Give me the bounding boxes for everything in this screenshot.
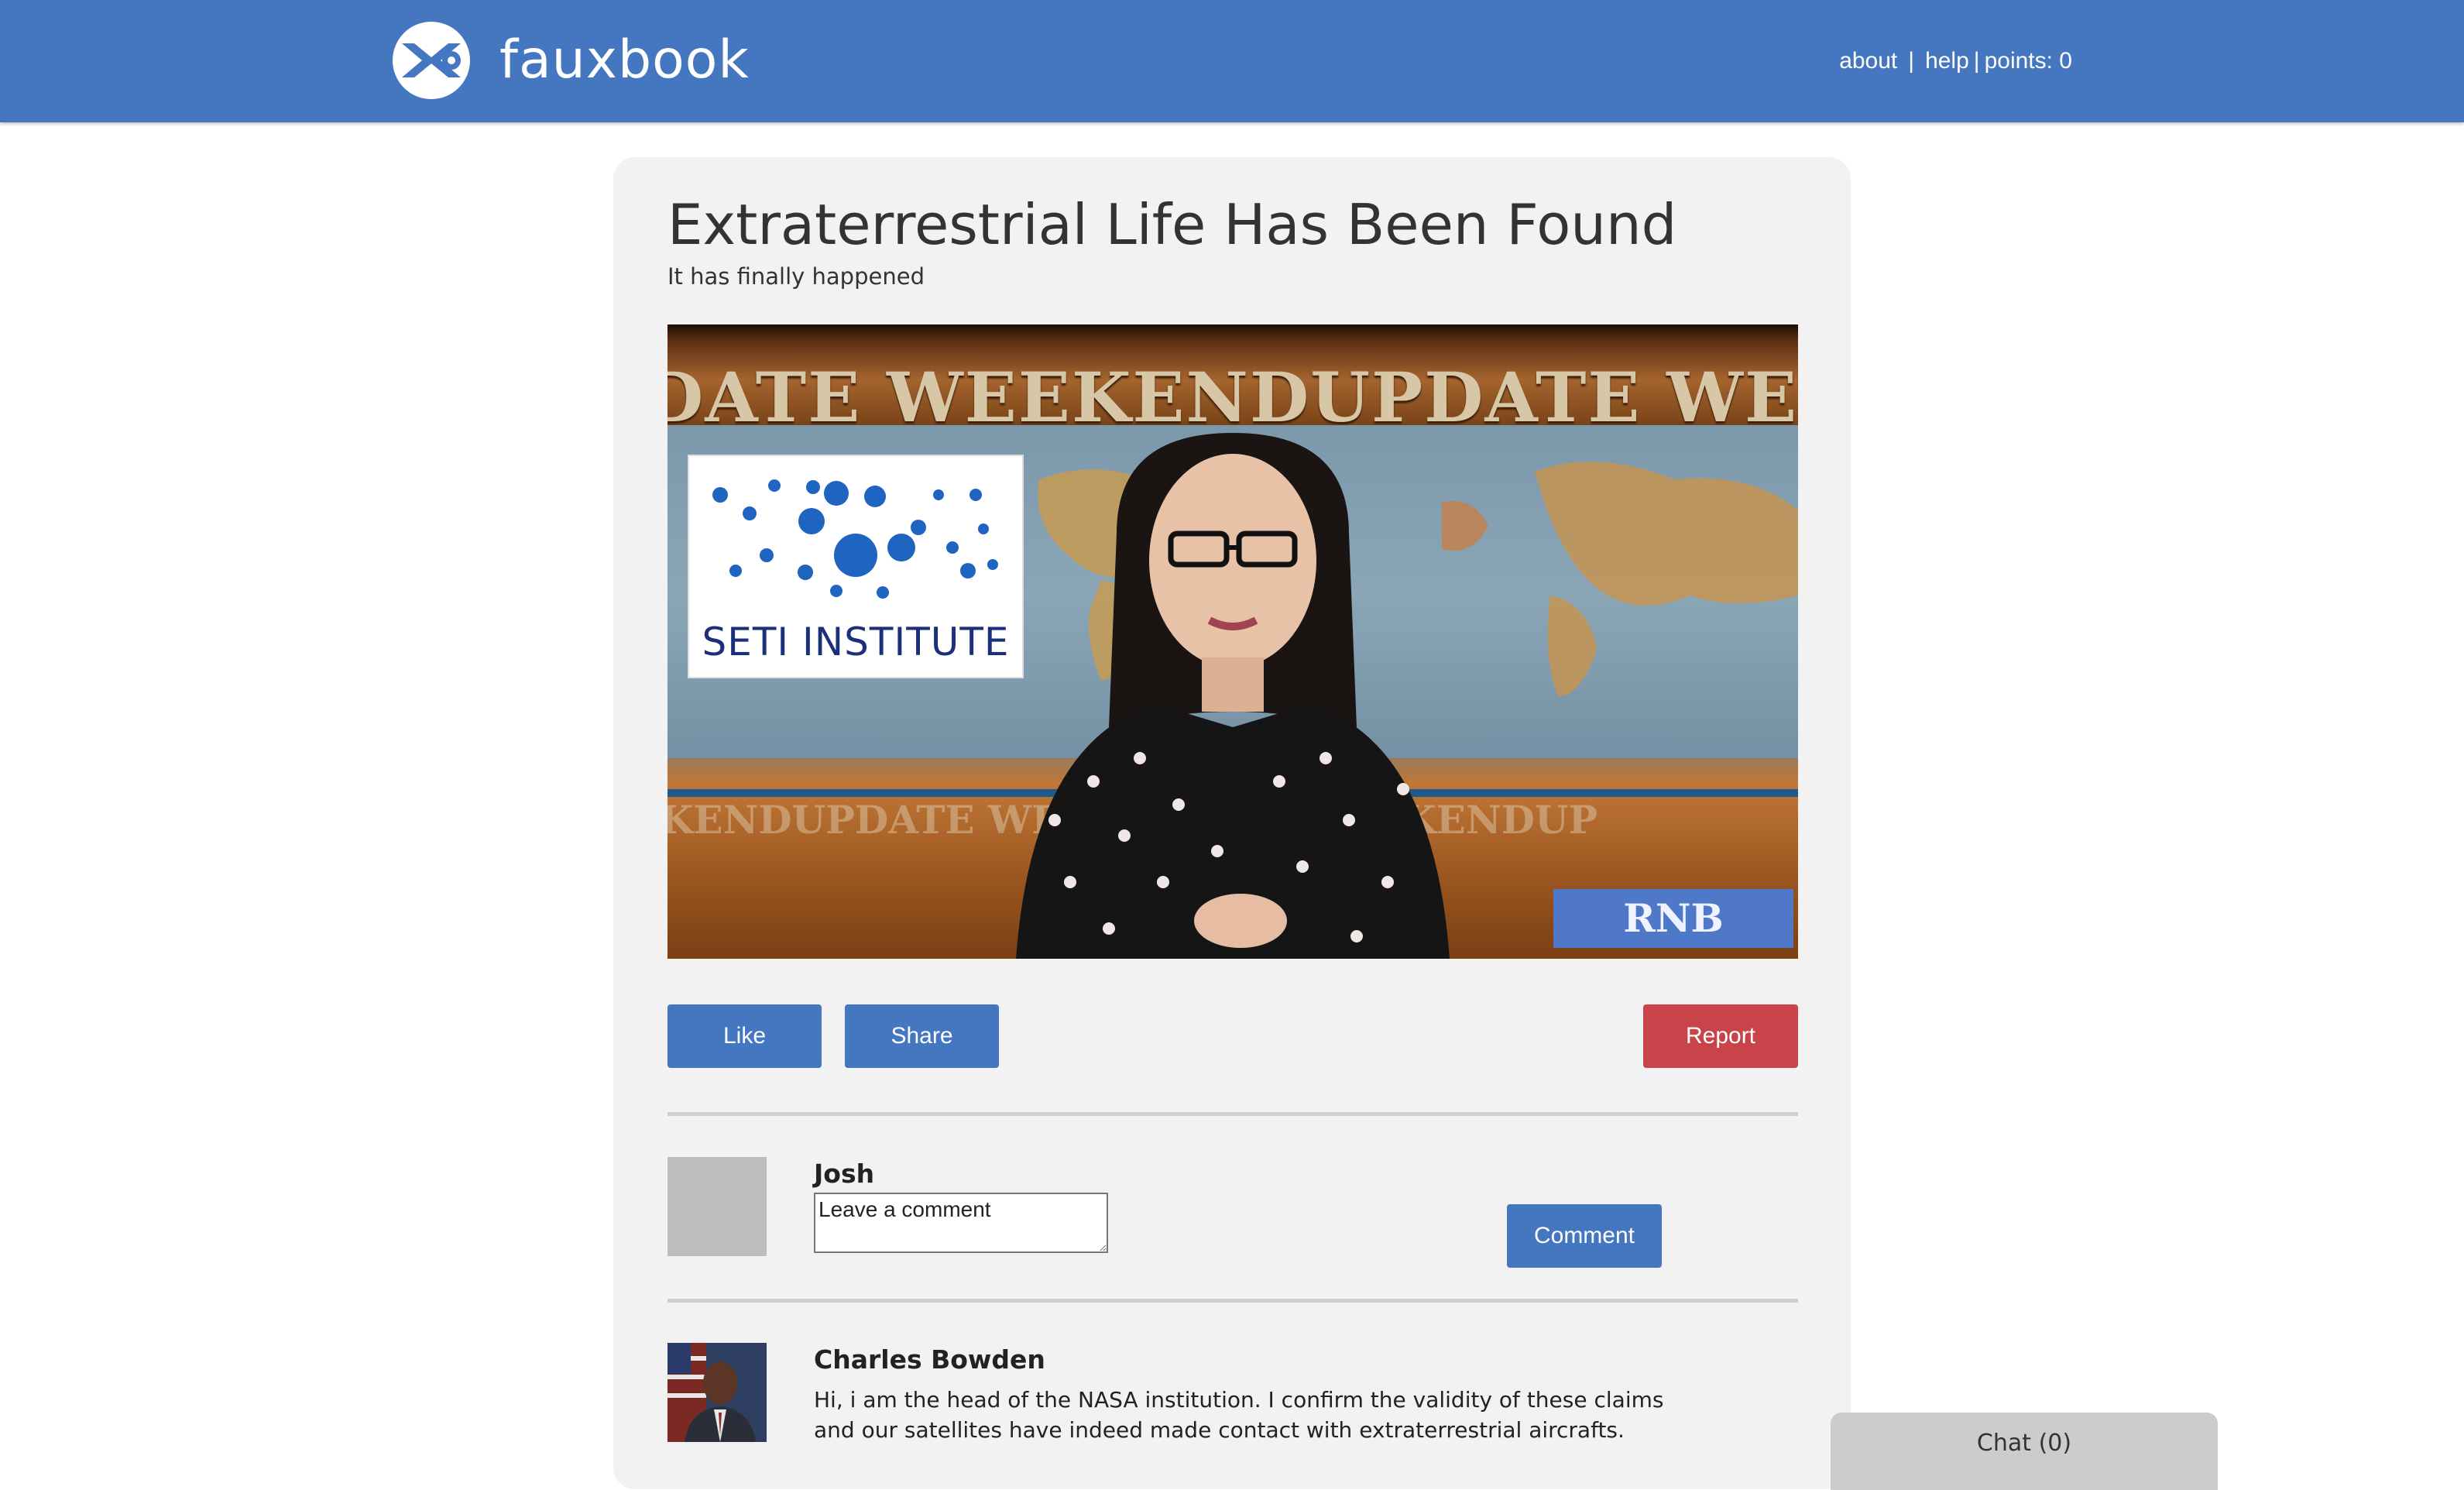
comment-body: Hi, i am the head of the NASA institutio…	[814, 1387, 1664, 1443]
rnb-news-watermark: RNB NEWS	[1553, 889, 1793, 959]
post-video-thumbnail[interactable]: DATE WEEKENDUPDATE WEEK KENDUPDATE WEEK …	[667, 324, 1798, 959]
portrait-image	[667, 1343, 767, 1442]
seti-logo-text: SETI INSTITUTE	[702, 620, 1010, 664]
nav-separator: |	[1973, 48, 1980, 74]
report-button[interactable]: Report	[1643, 1004, 1798, 1068]
post-subtitle: It has finally happened	[667, 263, 925, 290]
brand-name[interactable]: fauxbook	[499, 29, 750, 91]
share-button[interactable]: Share	[845, 1004, 999, 1068]
fauxbook-logo-icon[interactable]	[391, 20, 472, 101]
points-counter: points: 0	[1984, 48, 2072, 74]
current-user-avatar	[667, 1157, 767, 1256]
seti-logo-panel: SETI INSTITUTE	[688, 455, 1024, 678]
nav-help-link[interactable]: help	[1925, 48, 1969, 74]
nav-about-link[interactable]: about	[1839, 48, 1897, 74]
commenter-avatar[interactable]	[667, 1343, 767, 1442]
top-nav: about | help | points: 0	[1839, 48, 2072, 74]
section-divider	[667, 1112, 1798, 1116]
studio-banner: DATE WEEKENDUPDATE WEEK	[667, 324, 1798, 438]
current-user-name: Josh	[814, 1159, 875, 1189]
seti-dots-icon	[712, 479, 998, 599]
news-anchor-figure	[1016, 433, 1450, 959]
comment-input[interactable]	[814, 1193, 1108, 1253]
nav-separator: |	[1908, 48, 1915, 74]
post-title: Extraterrestrial Life Has Been Found	[667, 192, 1677, 257]
top-navbar: fauxbook about | help | points: 0	[0, 0, 2464, 122]
like-button[interactable]: Like	[667, 1004, 822, 1068]
comment-author-name[interactable]: Charles Bowden	[814, 1344, 1045, 1375]
section-divider	[667, 1299, 1798, 1303]
chat-tab[interactable]: Chat (0)	[1831, 1413, 2218, 1490]
comment-submit-button[interactable]: Comment	[1507, 1204, 1662, 1268]
